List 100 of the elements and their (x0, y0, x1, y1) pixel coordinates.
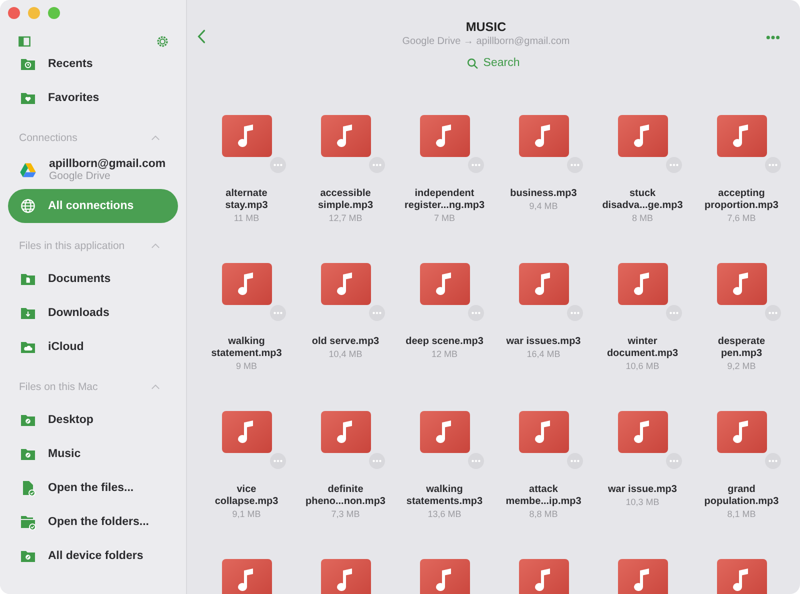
sidebar-item[interactable]: Music (8, 437, 178, 471)
sidebar-item[interactable]: Desktop (8, 403, 178, 437)
music-file-icon[interactable] (420, 559, 470, 594)
file-name: grand population.mp3 (704, 484, 779, 508)
file-size: 13,6 MB (428, 509, 462, 519)
sidebar-item[interactable]: Open the files... (8, 471, 178, 505)
music-file-icon[interactable] (222, 115, 272, 157)
file-check-icon (20, 480, 36, 496)
document-folder-icon (20, 271, 36, 287)
file-name: desperate pen.mp3 (718, 336, 766, 360)
music-file-icon[interactable] (618, 559, 668, 594)
file-name: attack membe...ip.mp3 (506, 484, 582, 508)
zoom-button[interactable] (48, 7, 60, 19)
file-name: old serve.mp3 (312, 336, 380, 348)
music-file-icon[interactable] (618, 115, 668, 157)
sidebar-item[interactable]: apillborn@gmail.com Google Drive (8, 151, 178, 189)
file-name: accessible simple.mp3 (318, 188, 374, 212)
file-name: business.mp3 (510, 188, 577, 200)
file-size: 7,3 MB (331, 509, 360, 519)
sidebar-item[interactable]: Open the folders... (8, 505, 178, 539)
settings-icon[interactable] (156, 34, 169, 48)
sidebar-item[interactable]: Documents (8, 262, 178, 296)
music-file-icon[interactable] (222, 559, 272, 594)
globe-icon (20, 198, 36, 214)
download-folder-icon (20, 305, 36, 321)
sidebar-item[interactable]: Downloads (8, 296, 178, 330)
file-name: stuck disadva...ge.mp3 (602, 188, 683, 212)
file-size: 10,3 MB (626, 497, 660, 507)
music-file-icon[interactable] (716, 411, 766, 453)
file-name: alternate stay.mp3 (225, 188, 268, 212)
sidebar-item[interactable]: All device folders (8, 539, 178, 573)
music-file-icon[interactable] (320, 411, 370, 453)
music-file-icon[interactable] (518, 411, 568, 453)
account-service: Google Drive (49, 170, 112, 182)
music-file-icon[interactable] (222, 263, 272, 305)
sidebar-toggle-icon[interactable] (18, 34, 31, 48)
file-size: 8,8 MB (529, 509, 558, 519)
file-size: 9 MB (236, 361, 257, 371)
music-file-icon[interactable] (518, 559, 568, 594)
music-file-icon[interactable] (618, 263, 668, 305)
file-name: war issue.mp3 (608, 484, 677, 496)
music-file-icon[interactable] (420, 411, 470, 453)
music-file-icon[interactable] (518, 263, 568, 305)
file-name: definite pheno...non.mp3 (306, 484, 386, 508)
sidebar-item[interactable]: iCloud (8, 330, 178, 364)
account-email: apillborn@gmail.com (49, 158, 166, 170)
chevron-icon[interactable] (151, 384, 160, 390)
sidebar-item[interactable]: Recents (8, 47, 178, 81)
music-file-icon[interactable] (420, 115, 470, 157)
drive-logo-icon (19, 161, 37, 179)
more-icon[interactable] (766, 34, 780, 40)
file-size: 9,1 MB (232, 509, 261, 519)
close-button[interactable] (8, 7, 20, 19)
music-file-icon[interactable] (716, 559, 766, 594)
section-header: Files in this application (19, 240, 125, 252)
music-file-icon[interactable] (222, 411, 272, 453)
disk-folder-icon (20, 548, 36, 564)
file-name: winter document.mp3 (606, 336, 678, 360)
disk-folder-icon (20, 412, 36, 428)
file-name: vice collapse.mp3 (214, 484, 278, 508)
music-file-icon[interactable] (618, 411, 668, 453)
file-name: accepting proportion.mp3 (704, 188, 778, 212)
file-size: 16,4 MB (526, 349, 560, 359)
chevron-icon[interactable] (151, 243, 160, 249)
disk-folder-icon (20, 446, 36, 462)
search-icon (467, 58, 478, 68)
file-name: deep scene.mp3 (406, 336, 484, 348)
cloud-folder-icon (20, 339, 36, 355)
file-name: walking statement.mp3 (211, 336, 282, 360)
file-size: 10,6 MB (626, 361, 660, 371)
file-size: 9,2 MB (727, 361, 756, 371)
folder-path: Google Drive → apillborn@gmail.com (402, 36, 570, 47)
file-name: independent register...ng.mp3 (404, 188, 485, 212)
back-icon[interactable] (197, 28, 206, 44)
file-size: 9,4 MB (529, 201, 558, 211)
file-size: 11 MB (234, 213, 260, 223)
file-name: walking statements.mp3 (406, 484, 483, 508)
section-header: Connections (19, 132, 78, 144)
music-file-icon[interactable] (420, 263, 470, 305)
music-file-icon[interactable] (320, 263, 370, 305)
music-file-icon[interactable] (716, 115, 766, 157)
file-size: 12 MB (431, 349, 458, 359)
file-name: war issues.mp3 (506, 336, 581, 348)
music-file-icon[interactable] (518, 115, 568, 157)
file-size: 10,4 MB (328, 349, 362, 359)
section-header: Files on this Mac (19, 381, 98, 393)
folder-check-icon (20, 514, 36, 530)
file-size: 7,6 MB (727, 213, 756, 223)
heart-folder-icon (20, 90, 36, 106)
sidebar-item[interactable]: Favorites (8, 81, 178, 115)
file-size: 7 MB (434, 213, 455, 223)
folder-title: MUSIC (466, 20, 506, 34)
music-file-icon[interactable] (320, 115, 370, 157)
clock-folder-icon (20, 56, 36, 72)
file-size: 8 MB (632, 213, 653, 223)
file-size: 12,7 MB (328, 213, 362, 223)
music-file-icon[interactable] (716, 263, 766, 305)
chevron-icon[interactable] (151, 135, 160, 141)
file-size: 8,1 MB (727, 509, 756, 519)
music-file-icon[interactable] (320, 559, 370, 594)
